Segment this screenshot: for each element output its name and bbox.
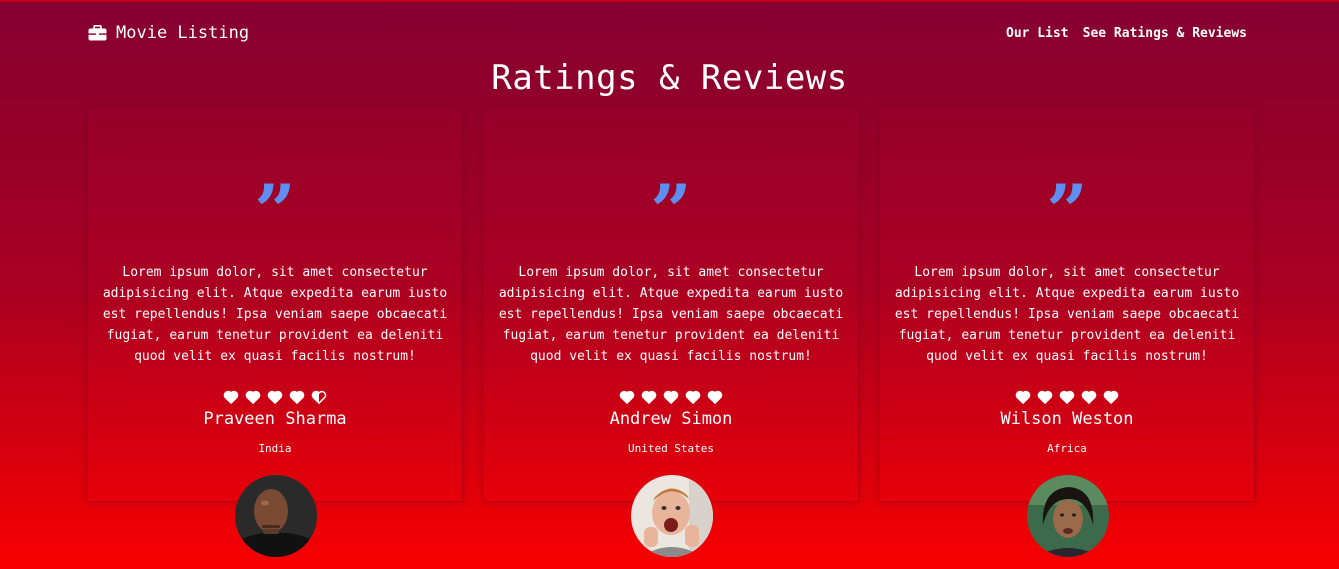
- heart-icon: [1015, 390, 1031, 404]
- heart-icon: [619, 390, 635, 404]
- brand-link[interactable]: Movie Listing: [88, 23, 249, 43]
- reviewer-name: Wilson Weston: [1000, 409, 1134, 429]
- avatar: [1027, 475, 1109, 557]
- heart-icon: [289, 390, 305, 404]
- heart-icon: [1037, 390, 1053, 404]
- nav-links: Our List See Ratings & Reviews: [1006, 26, 1247, 41]
- reviewer-name: Praveen Sharma: [203, 409, 347, 429]
- heart-icon: [223, 390, 239, 404]
- heart-icon: [685, 390, 701, 404]
- reviewer-location: United States: [627, 442, 715, 455]
- page-title: Ratings & Reviews: [491, 58, 848, 98]
- heart-icon: [267, 390, 283, 404]
- quote-icon: ”: [254, 168, 296, 253]
- avatar: [235, 475, 317, 557]
- quote-icon: ”: [1046, 168, 1088, 253]
- briefcase-icon: [88, 25, 107, 41]
- heart-icon: [663, 390, 679, 404]
- navbar: Movie Listing Our List See Ratings & Rev…: [0, 2, 1339, 66]
- heart-icon: [1059, 390, 1075, 404]
- review-text: Lorem ipsum dolor, sit amet consectetur …: [894, 265, 1240, 364]
- heart-icon: [1081, 390, 1097, 404]
- review-card: ” Lorem ipsum dolor, sit amet consectetu…: [87, 108, 463, 557]
- half-heart-icon: [311, 390, 327, 404]
- avatar: [631, 475, 713, 557]
- quote-icon: ”: [650, 168, 692, 253]
- rating-hearts: [880, 390, 1254, 404]
- nav-link-ratings-reviews[interactable]: See Ratings & Reviews: [1083, 26, 1247, 41]
- heart-icon: [707, 390, 723, 404]
- heart-icon: [245, 390, 261, 404]
- heart-icon: [641, 390, 657, 404]
- review-card: ” Lorem ipsum dolor, sit amet consectetu…: [483, 108, 859, 557]
- brand-label: Movie Listing: [116, 23, 250, 43]
- reviewer-location: India: [258, 442, 292, 455]
- review-text: Lorem ipsum dolor, sit amet consectetur …: [102, 265, 448, 364]
- nav-link-our-list[interactable]: Our List: [1006, 26, 1069, 41]
- reviewer-location: Africa: [1047, 442, 1087, 455]
- heart-icon: [1103, 390, 1119, 404]
- rating-hearts: [88, 390, 462, 404]
- review-card: ” Lorem ipsum dolor, sit amet consectetu…: [879, 108, 1255, 557]
- rating-hearts: [484, 390, 858, 404]
- review-text: Lorem ipsum dolor, sit amet consectetur …: [498, 265, 844, 364]
- reviewer-name: Andrew Simon: [609, 409, 733, 429]
